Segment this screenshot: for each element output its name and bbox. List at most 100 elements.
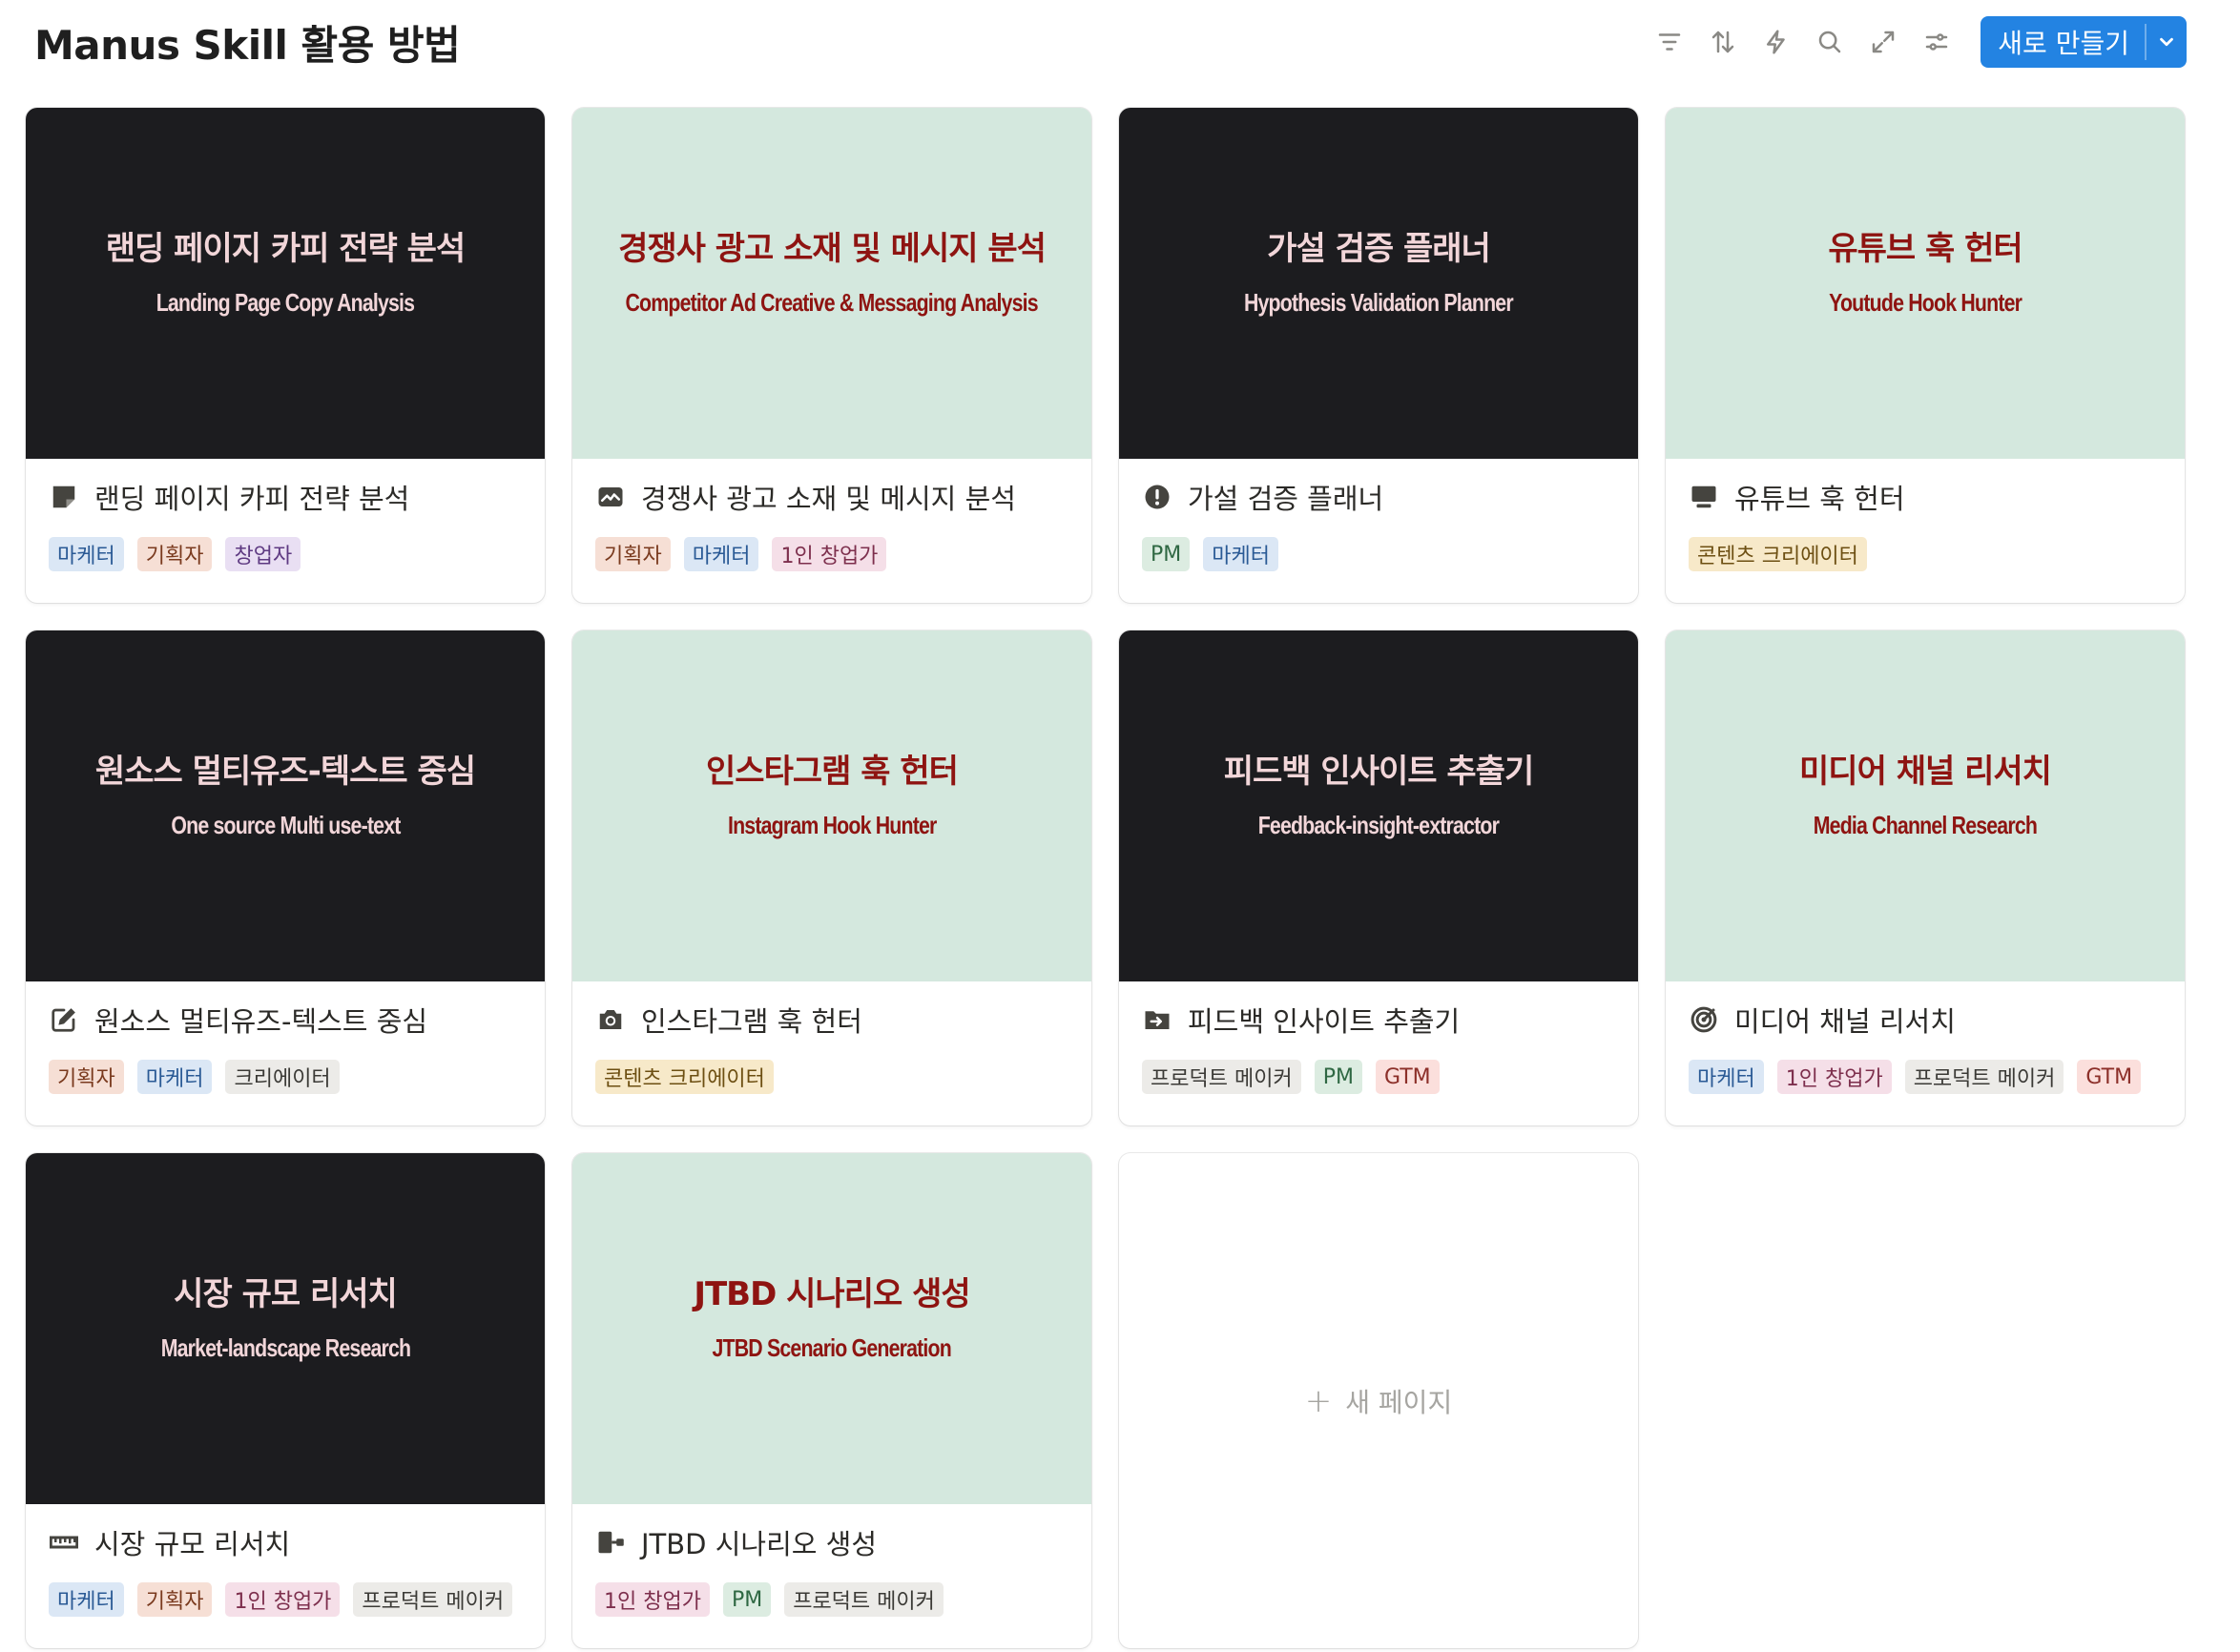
tag-badge: 기획자	[136, 537, 213, 571]
card-title: JTBD 시나리오 생성	[641, 1528, 878, 1560]
card-title: 미디어 채널 리서치	[1734, 1005, 1956, 1038]
cover-title-ko: 유튜브 훅 헌터	[1828, 230, 2022, 268]
card-body: 가설 검증 플래너 PM 마케터	[1119, 459, 1638, 571]
folder-arrow-icon	[1142, 1004, 1172, 1035]
note-icon	[49, 482, 79, 512]
filter-icon	[1659, 33, 1681, 51]
gallery-card[interactable]: 시장 규모 리서치 Market-landscape Research 시장 규모 …	[26, 1153, 545, 1648]
tag-badge: 1인 창업가	[225, 1582, 341, 1617]
card-cover: 랜딩 페이지 카피 전략 분석 Landing Page Copy Analysi…	[26, 108, 545, 459]
tag-badge: 1인 창업가	[772, 537, 887, 571]
tag-badge: 1인 창업가	[1776, 1060, 1892, 1094]
gallery-card[interactable]: 피드백 인사이트 추출기 Feedback-insight-extractor 피드…	[1119, 630, 1638, 1125]
new-page-label: 새 페이지	[1345, 1386, 1453, 1418]
expand-button[interactable]	[1858, 17, 1908, 67]
new-button-label[interactable]: 새로 만들기	[1981, 16, 2145, 68]
database-toolbar: 새로 만들기	[1641, 16, 2187, 68]
tag-list: 기획자 마케터 1인 창업가	[595, 537, 1068, 571]
gallery-card[interactable]: 가설 검증 플래너 Hypothesis Validation Planner 가설…	[1119, 108, 1638, 603]
gallery-page: Manus Skill 활용 방법 새로 만들기 랜딩 페이지 카피 전략 분석…	[0, 0, 2240, 1652]
tag-badge: 프로덕트 메이커	[1142, 1060, 1301, 1094]
card-title-row: 피드백 인사이트 추출기	[1142, 1001, 1615, 1039]
card-title: 원소스 멀티유즈-텍스트 중심	[94, 1005, 428, 1038]
tag-badge: 프로덕트 메이커	[1904, 1060, 2064, 1094]
cover-title-ko: 원소스 멀티유즈-텍스트 중심	[94, 753, 476, 791]
cover-title-en: JTBD Scenario Generation	[712, 1333, 952, 1362]
automation-button[interactable]	[1752, 17, 1801, 67]
tag-list: 마케터 기획자 창업자	[49, 537, 522, 571]
settings-icon	[1926, 33, 1948, 51]
card-title-row: 원소스 멀티유즈-텍스트 중심	[49, 1001, 522, 1039]
card-body: 미디어 채널 리서치 마케터 1인 창업가 프로덕트 메이커 GTM	[1666, 981, 2185, 1094]
tag-list: 1인 창업가 PM 프로덕트 메이커	[595, 1582, 1068, 1617]
page-title: Manus Skill 활용 방법	[34, 22, 461, 69]
card-title-row: 인스타그램 훅 헌터	[595, 1001, 1068, 1039]
cover-title-en: Youtude Hook Hunter	[1829, 288, 2022, 317]
card-title-row: JTBD 시나리오 생성	[595, 1523, 1068, 1561]
tag-badge: GTM	[1375, 1060, 1440, 1094]
tag-badge: 1인 창업가	[595, 1582, 710, 1617]
tag-list: 마케터 기획자 1인 창업가 프로덕트 메이커	[49, 1582, 522, 1617]
gallery-grid: 랜딩 페이지 카피 전략 분석 Landing Page Copy Analysi…	[26, 108, 2185, 1648]
tag-list: 콘텐츠 크리에이터	[1689, 537, 2162, 571]
card-body: 시장 규모 리서치마케터 기획자 1인 창업가 프로덕트 메이커	[26, 1504, 545, 1617]
cover-title-en: Media Channel Research	[1813, 811, 2038, 839]
new-button-dropdown[interactable]	[2147, 16, 2187, 68]
gallery-card[interactable]: 미디어 채널 리서치 Media Channel Research 미디어 채널 리…	[1666, 630, 2185, 1125]
card-body: JTBD 시나리오 생성 1인 창업가 PM 프로덕트 메이커	[572, 1504, 1091, 1617]
plus-icon: +	[1304, 1381, 1333, 1420]
cover-title-en: Competitor Ad Creative & Messaging Analy…	[625, 288, 1039, 317]
gallery-card[interactable]: 랜딩 페이지 카피 전략 분석 Landing Page Copy Analysi…	[26, 108, 545, 603]
sort-icon	[1712, 31, 1734, 53]
filter-button[interactable]	[1645, 17, 1694, 67]
card-cover: 경쟁사 광고 소재 및 메시지 분석 Competitor Ad Creative…	[572, 108, 1091, 459]
tag-badge: 크리에이터	[225, 1060, 340, 1094]
tag-badge: 기획자	[49, 1060, 124, 1094]
gallery-card[interactable]: 경쟁사 광고 소재 및 메시지 분석 Competitor Ad Creative…	[572, 108, 1091, 603]
tag-badge: 창업자	[225, 537, 301, 571]
card-title: 가설 검증 플래너	[1188, 483, 1384, 515]
tag-badge: PM	[722, 1582, 772, 1617]
cover-title-en: One source Multi use-text	[170, 811, 401, 839]
tag-badge: 콘텐츠 크리에이터	[1689, 537, 1867, 571]
page-header: Manus Skill 활용 방법 새로 만들기	[0, 0, 2240, 88]
tag-list: 마케터 1인 창업가 프로덕트 메이커 GTM	[1689, 1060, 2162, 1094]
target-icon	[1689, 1004, 1719, 1035]
card-cover: 미디어 채널 리서치 Media Channel Research	[1666, 630, 2185, 981]
card-title-row: 시장 규모 리서치	[49, 1523, 522, 1561]
settings-button[interactable]	[1912, 17, 1961, 67]
ruler-icon	[49, 1527, 79, 1558]
card-title: 경쟁사 광고 소재 및 메시지 분석	[641, 483, 1016, 515]
card-title-row: 유튜브 훅 헌터	[1689, 478, 2162, 516]
card-cover: 피드백 인사이트 추출기 Feedback-insight-extractor	[1119, 630, 1638, 981]
card-title-row: 경쟁사 광고 소재 및 메시지 분석	[595, 478, 1068, 516]
cover-title-en: Feedback-insight-extractor	[1257, 811, 1500, 839]
new-page-button[interactable]: + 새 페이지	[1119, 1153, 1638, 1648]
tag-badge: PM	[1314, 1060, 1362, 1094]
sort-button[interactable]	[1698, 17, 1748, 67]
monitor-icon	[1689, 482, 1719, 512]
card-cover: 시장 규모 리서치 Market-landscape Research	[26, 1153, 545, 1504]
tag-badge: GTM	[2077, 1060, 2142, 1094]
tag-list: 프로덕트 메이커 PM GTM	[1142, 1060, 1615, 1094]
card-body: 인스타그램 훅 헌터콘텐츠 크리에이터	[572, 981, 1091, 1094]
card-body: 피드백 인사이트 추출기프로덕트 메이커 PM GTM	[1119, 981, 1638, 1094]
gallery-card[interactable]: JTBD 시나리오 생성 JTBD Scenario Generation JTBD…	[572, 1153, 1091, 1648]
tag-badge: 마케터	[683, 537, 759, 571]
card-cover: 유튜브 훅 헌터 Youtude Hook Hunter	[1666, 108, 2185, 459]
cover-title-en: Landing Page Copy Analysis	[156, 288, 415, 317]
card-cover: 원소스 멀티유즈-텍스트 중심 One source Multi use-text	[26, 630, 545, 981]
search-button[interactable]	[1805, 17, 1855, 67]
gallery-card[interactable]: 유튜브 훅 헌터 Youtude Hook Hunter 유튜브 훅 헌터콘텐츠 크…	[1666, 108, 2185, 603]
card-cover: JTBD 시나리오 생성 JTBD Scenario Generation	[572, 1153, 1091, 1504]
tag-badge: 마케터	[49, 537, 124, 571]
search-icon	[1819, 31, 1841, 53]
card-body: 유튜브 훅 헌터콘텐츠 크리에이터	[1666, 459, 2185, 571]
gallery-card[interactable]: 인스타그램 훅 헌터 Instagram Hook Hunter 인스타그램 훅 헌…	[572, 630, 1091, 1125]
chevron-down-icon	[2160, 37, 2173, 47]
new-button[interactable]: 새로 만들기	[1981, 16, 2187, 68]
expand-icon	[1873, 31, 1895, 53]
tag-badge: 마케터	[49, 1582, 124, 1617]
gallery-card[interactable]: 원소스 멀티유즈-텍스트 중심 One source Multi use-text…	[26, 630, 545, 1125]
tag-list: 콘텐츠 크리에이터	[595, 1060, 1068, 1094]
